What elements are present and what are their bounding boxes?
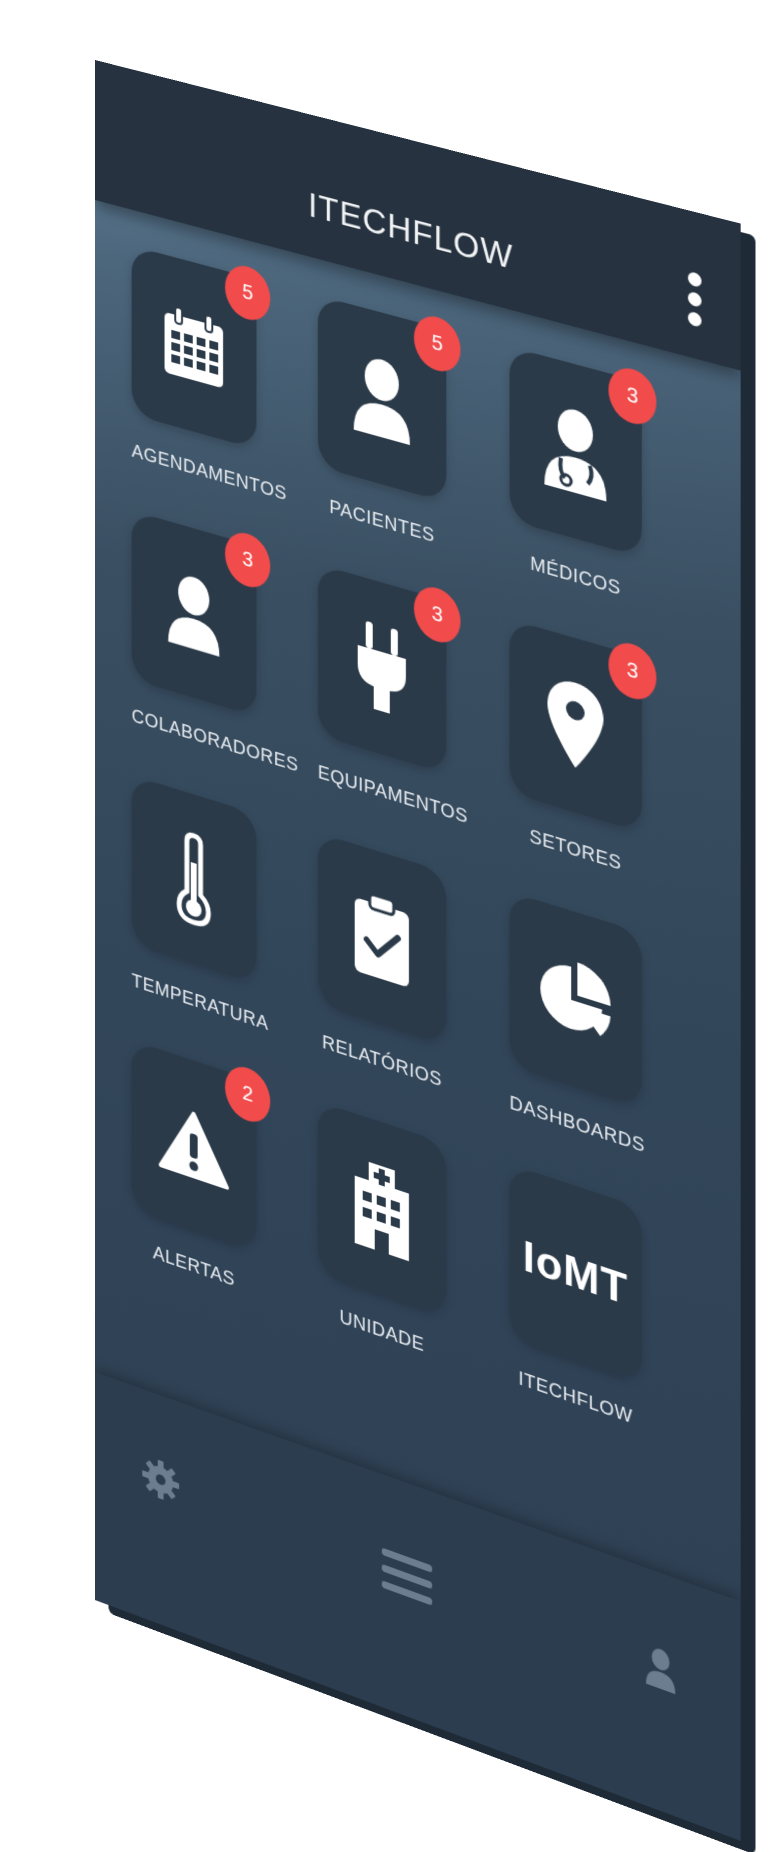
tile-label: COLABORADORES [131,705,299,776]
tile-itechflow[interactable]: IoMT ITECHFLOW [509,1164,642,1432]
tile-box[interactable]: 5 [317,295,461,503]
tile-alertas[interactable]: 2 ALERTAS [131,1040,271,1299]
tile-label: ALERTAS [152,1241,235,1291]
tile-label: MÉDICOS [530,552,621,600]
tile-box[interactable]: 3 [509,619,657,833]
badge-count: 2 [225,1060,271,1129]
phone-device: ITECHFLOW 5 AGENDAMENTOS 5 PACIENTES 3 M… [95,60,756,1852]
user-icon[interactable] [644,1642,678,1701]
tile-unidade[interactable]: UNIDADE [317,1101,447,1364]
tile-setores[interactable]: 3 SETORES [509,619,657,881]
more-options-icon[interactable] [682,269,707,349]
tile-label: EQUIPAMENTOS [317,761,469,828]
tile-pacientes[interactable]: 5 PACIENTES [317,295,461,551]
map-pin-icon [545,672,605,779]
tile-box[interactable]: 5 [131,245,271,450]
user-icon [165,565,224,661]
tile-label: DASHBOARDS [509,1091,645,1157]
calendar-icon [162,301,226,393]
badge-count: 5 [413,310,461,377]
tile-box[interactable]: 3 [317,564,461,774]
badge-count: 3 [608,362,657,430]
tile-temperatura[interactable]: TEMPERATURA [131,775,269,1035]
badge-count: 3 [225,527,271,593]
tile-medicos[interactable]: 3 MÉDICOS [509,346,657,606]
tile-label: RELATÓRIOS [321,1031,443,1091]
clipboard-check-icon [352,886,412,991]
tile-label: AGENDAMENTOS [131,440,287,505]
tile-box[interactable] [509,891,642,1108]
plug-icon [354,615,410,721]
iomt-logo: IoMT [522,1230,629,1315]
tile-box[interactable]: 2 [131,1040,271,1252]
hospital-icon [351,1152,413,1265]
tile-dashboards[interactable]: DASHBOARDS [509,891,645,1157]
tile-box[interactable]: IoMT [509,1164,642,1383]
badge-count: 3 [608,637,657,706]
hamburger-menu-icon[interactable] [381,1545,433,1613]
gear-icon[interactable] [141,1453,180,1512]
thermometer-icon [176,827,211,931]
tile-box[interactable]: 3 [509,346,657,558]
tile-label: SETORES [529,825,622,875]
tile-equipamentos[interactable]: 3 EQUIPAMENTOS [317,564,469,828]
tile-agendamentos[interactable]: 5 AGENDAMENTOS [131,245,287,505]
tile-box[interactable] [317,1101,447,1317]
badge-count: 5 [225,260,271,326]
tile-box[interactable] [317,832,447,1045]
user-icon [350,349,414,448]
bottom-bar [95,1372,741,1841]
tile-label: PACIENTES [329,496,435,547]
pie-chart-icon [536,947,615,1051]
tile-colaboradores[interactable]: 3 COLABORADORES [131,510,299,776]
doctor-icon [540,398,610,504]
app-screen: ITECHFLOW 5 AGENDAMENTOS 5 PACIENTES 3 M… [95,60,741,1841]
tile-label: TEMPERATURA [131,969,269,1035]
tile-relatorios[interactable]: RELATÓRIOS [317,832,447,1093]
badge-count: 3 [413,581,461,649]
warning-icon [158,1098,230,1193]
tile-box[interactable] [131,775,257,984]
tile-box[interactable]: 3 [131,510,271,717]
